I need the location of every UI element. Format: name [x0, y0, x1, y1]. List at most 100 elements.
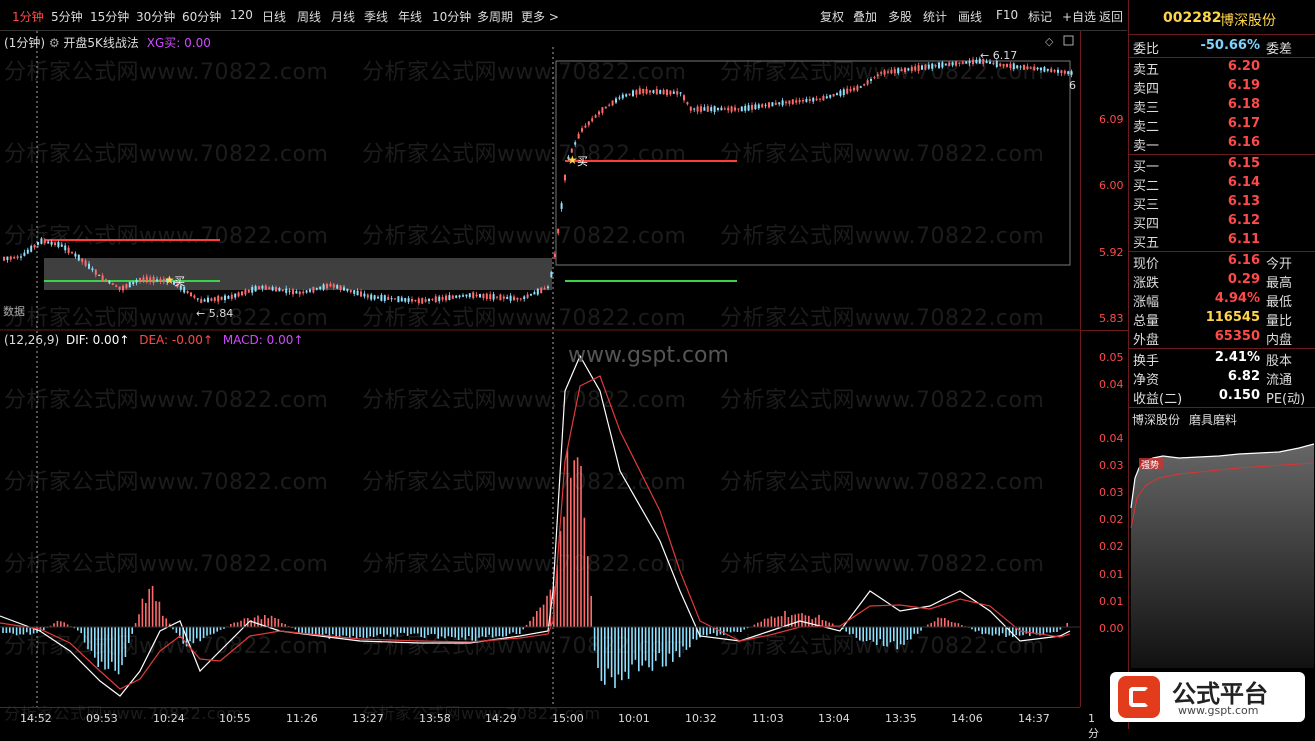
quote-value: 65350 [1214, 329, 1260, 344]
period-30min[interactable]: 30分钟 [136, 8, 175, 25]
period-week[interactable]: 周线 [297, 8, 321, 25]
back-button[interactable]: 返回 [1099, 8, 1123, 25]
period-120[interactable]: 120 [230, 8, 253, 22]
ask-label: 卖三 [1133, 101, 1160, 116]
range-box-left [44, 258, 552, 290]
bid-row[interactable]: 买五 6.11 [1129, 231, 1315, 251]
weibi-label: 委比 [1133, 42, 1160, 57]
quote-value: 2.41% [1214, 350, 1260, 365]
buy-label: 买 [577, 155, 588, 168]
bid-row[interactable]: 买三 6.13 [1129, 193, 1315, 213]
multi-stock-button[interactable]: 多股 [888, 8, 912, 25]
bid-price: 6.12 [1227, 213, 1260, 228]
quote-label: 现价 [1133, 257, 1160, 272]
indicator-name[interactable]: 开盘5K线战法 [63, 36, 139, 50]
period-5min[interactable]: 5分钟 [51, 8, 83, 25]
ask-price: 6.18 [1227, 97, 1260, 112]
low-price-label: ← 5.84 [196, 307, 233, 320]
ask-label: 卖一 [1133, 139, 1160, 154]
add-watchlist-button[interactable]: +自选 [1062, 8, 1096, 25]
macd-value: MACD: 0.00↑ [222, 333, 304, 347]
high-price-label: ← 6.17 [980, 49, 1017, 62]
quote-label2: 股本 [1266, 354, 1293, 369]
quote-row: 换手 2.41% 股本 [1129, 349, 1315, 369]
ask-row[interactable]: 卖二 6.17 [1129, 115, 1315, 135]
quote-label2: PE(动) [1266, 392, 1306, 407]
price-tick: 6.00 [1099, 179, 1124, 192]
quote-label: 外盘 [1133, 333, 1160, 348]
bid-price: 6.11 [1227, 232, 1260, 247]
time-label: 11:26 [286, 712, 318, 725]
gear-icon[interactable]: ⚙ [49, 36, 60, 50]
ask-price: 6.20 [1227, 59, 1260, 74]
macd-tick: 0.01 [1099, 595, 1124, 608]
time-label: 13:27 [352, 712, 384, 725]
stock-code: 002282 [1163, 10, 1222, 26]
period-10min[interactable]: 10分钟 [432, 8, 471, 25]
price-tick: 5.83 [1099, 312, 1124, 325]
quote-row: 总量 116545 量比 [1129, 309, 1315, 329]
macd-tick: 0.02 [1099, 540, 1124, 553]
stock-name: 博深股份 [1220, 13, 1276, 29]
quote-label: 总量 [1133, 314, 1160, 329]
bid-label: 买一 [1133, 160, 1160, 175]
f10-button[interactable]: F10 [996, 8, 1018, 22]
time-label: 15:00 [552, 712, 584, 725]
dif-value: DIF: 0.00↑ [66, 333, 130, 347]
draw-line-button[interactable]: 画线 [958, 8, 982, 25]
chart-legend: (1分钟) ⚙ 开盘5K线战法 XG买: 0.00 [4, 34, 211, 51]
time-axis: 14:52 09:53 10:24 10:55 11:26 13:27 13:5… [0, 707, 1099, 740]
time-label: 10:32 [685, 712, 717, 725]
time-label: 14:52 [20, 712, 52, 725]
quote-label: 涨幅 [1133, 295, 1160, 310]
mini-intraday-chart[interactable]: 强势 [1129, 428, 1315, 668]
period-60min[interactable]: 60分钟 [182, 8, 221, 25]
time-label: 13:58 [419, 712, 451, 725]
macd-histogram [2, 448, 1068, 689]
quote-label2: 最低 [1266, 295, 1293, 310]
bid-row[interactable]: 买二 6.14 [1129, 174, 1315, 194]
statistics-button[interactable]: 统计 [923, 8, 947, 25]
bid-label: 买四 [1133, 217, 1160, 232]
ask-row[interactable]: 卖一 6.16 [1129, 134, 1315, 154]
period-month[interactable]: 月线 [331, 8, 355, 25]
ask-row[interactable]: 卖四 6.19 [1129, 77, 1315, 97]
bid-label: 买三 [1133, 198, 1160, 213]
fuquan-button[interactable]: 复权 [820, 8, 844, 25]
bid-price: 6.13 [1227, 194, 1260, 209]
period-more[interactable]: 更多 > [521, 8, 559, 25]
kline-chart[interactable]: ★ 买 ★ 买 ← 6.17 ← 5.84 6 www.gspt.com ◇ [0, 31, 1080, 707]
svg-text:强势: 强势 [1141, 459, 1159, 471]
time-label: 14:37 [1018, 712, 1050, 725]
ask-price: 6.19 [1227, 78, 1260, 93]
time-label: 10:55 [219, 712, 251, 725]
bid-row[interactable]: 买一 6.15 [1129, 155, 1315, 175]
ask-row[interactable]: 卖五 6.20 [1129, 58, 1315, 78]
expand-icon [1063, 35, 1074, 46]
period-1min[interactable]: 1分钟 [12, 8, 44, 25]
quote-label: 净资 [1133, 373, 1160, 388]
quote-label2: 流通 [1266, 373, 1293, 388]
edge-label: 6 [1069, 79, 1076, 92]
time-label: 10:01 [618, 712, 650, 725]
time-label: 11:03 [752, 712, 784, 725]
macd-tick: 0.02 [1099, 513, 1124, 526]
quote-panel: 002282 博深股份 委比 -50.66% 委差 卖五 6.20 卖四 6.19 … [1128, 0, 1315, 729]
ask-label: 卖四 [1133, 82, 1160, 97]
period-multi[interactable]: 多周期 [477, 8, 513, 25]
weibi-value: -50.66% [1200, 38, 1260, 53]
period-15min[interactable]: 15分钟 [90, 8, 129, 25]
mark-button[interactable]: 标记 [1028, 8, 1052, 25]
period-day[interactable]: 日线 [262, 8, 286, 25]
ask-row[interactable]: 卖三 6.18 [1129, 96, 1315, 116]
quote-row: 涨跌 0.29 最高 [1129, 271, 1315, 291]
bid-price: 6.15 [1227, 156, 1260, 171]
period-year[interactable]: 年线 [398, 8, 422, 25]
overlay-button[interactable]: 叠加 [853, 8, 877, 25]
bid-row[interactable]: 买四 6.12 [1129, 212, 1315, 232]
mini-tab-stock[interactable]: 博深股份 [1132, 411, 1180, 428]
mini-tab-sector[interactable]: 磨具磨料 [1189, 411, 1237, 428]
period-quarter[interactable]: 季线 [364, 8, 388, 25]
quote-value: 6.16 [1227, 253, 1260, 268]
time-label: 10:24 [153, 712, 185, 725]
